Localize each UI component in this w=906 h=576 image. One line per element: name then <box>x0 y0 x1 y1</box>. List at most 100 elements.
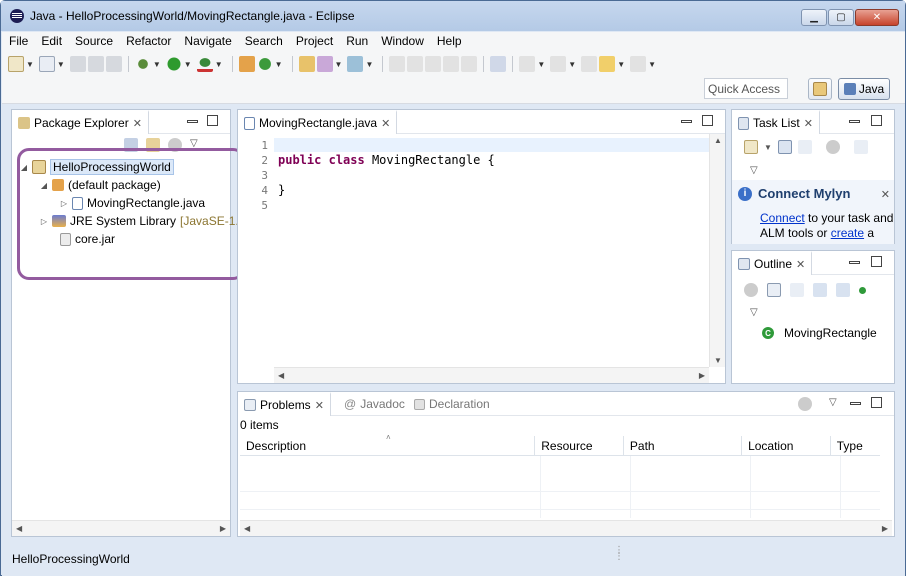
scroll-left-icon[interactable]: ◀ <box>244 524 250 533</box>
tab-task-list[interactable]: Task List ✕ <box>732 110 820 134</box>
chevron-down-icon[interactable]: ▼ <box>57 60 65 69</box>
tab-package-explorer[interactable]: Package Explorer ✕ <box>12 110 149 134</box>
tab-declaration[interactable]: Declaration <box>408 392 496 416</box>
maximize-view-button[interactable] <box>871 397 882 408</box>
new-package-icon[interactable] <box>238 56 255 72</box>
scroll-down-icon[interactable]: ▼ <box>714 356 722 365</box>
show-whitespace-icon[interactable] <box>461 56 478 72</box>
focus-icon[interactable] <box>798 397 812 411</box>
chevron-down-icon[interactable]: ▼ <box>275 60 283 69</box>
tree-item-project[interactable]: ◢ HelloProcessingWorld <box>20 158 174 176</box>
maximize-button[interactable]: ▢ <box>828 9 854 26</box>
scheduled-icon[interactable] <box>797 140 812 154</box>
menu-search[interactable]: Search <box>245 34 283 48</box>
new-java-icon[interactable] <box>38 56 55 72</box>
back-icon[interactable] <box>599 56 616 72</box>
tree-item-jre-library[interactable]: ▷ JRE System Library [JavaSE-1. <box>40 212 239 230</box>
debug-icon[interactable] <box>134 56 151 72</box>
previous-annotation-icon[interactable] <box>550 56 567 72</box>
menu-window[interactable]: Window <box>381 34 424 48</box>
chevron-down-icon[interactable]: ▼ <box>537 60 545 69</box>
collapsed-icon[interactable]: ▷ <box>60 199 68 208</box>
minimize-view-button[interactable] <box>850 402 861 405</box>
quick-access-input[interactable]: Quick Access <box>704 78 788 99</box>
scroll-left-icon[interactable]: ◀ <box>16 524 22 533</box>
collapsed-icon[interactable]: ▷ <box>40 217 48 226</box>
new-class-icon[interactable] <box>256 56 273 72</box>
hide-fields-icon[interactable] <box>813 283 827 297</box>
skip-breakpoints-icon[interactable] <box>490 56 507 72</box>
focus-icon[interactable] <box>168 138 182 152</box>
chevron-down-icon[interactable]: ▼ <box>764 143 772 152</box>
sort-icon[interactable] <box>790 283 804 297</box>
close-icon[interactable]: ✕ <box>881 188 890 201</box>
menu-edit[interactable]: Edit <box>41 34 62 48</box>
column-description[interactable]: Description ˄ <box>240 433 536 455</box>
categorized-icon[interactable] <box>777 140 792 154</box>
link-with-editor-icon[interactable] <box>146 138 160 152</box>
next-annotation-icon[interactable] <box>519 56 536 72</box>
menu-source[interactable]: Source <box>75 34 113 48</box>
chevron-down-icon[interactable]: ▼ <box>568 60 576 69</box>
save-icon[interactable] <box>69 56 86 72</box>
chevron-down-icon[interactable]: ▼ <box>335 60 343 69</box>
column-resource[interactable]: Resource <box>535 436 624 455</box>
editor-vertical-scrollbar[interactable]: ▲ ▼ <box>709 134 725 367</box>
hide-completed-icon[interactable] <box>853 140 868 154</box>
outline-item-class[interactable]: C MovingRectangle <box>762 324 877 342</box>
chevron-down-icon[interactable]: ▼ <box>184 60 192 69</box>
column-path[interactable]: Path <box>624 436 743 455</box>
focus-icon[interactable] <box>744 283 758 297</box>
chevron-down-icon[interactable]: ▼ <box>365 60 373 69</box>
menu-run[interactable]: Run <box>346 34 368 48</box>
connect-link[interactable]: Connect <box>760 211 805 225</box>
chevron-down-icon[interactable]: ▼ <box>617 60 625 69</box>
editor-horizontal-scrollbar[interactable]: ◀ ▶ <box>274 367 709 383</box>
view-menu-icon[interactable]: ▽ <box>829 397 837 408</box>
pen-icon[interactable] <box>407 56 424 72</box>
menu-project[interactable]: Project <box>296 34 333 48</box>
new-icon[interactable] <box>8 56 24 72</box>
focus-icon[interactable] <box>825 140 840 154</box>
tab-outline[interactable]: Outline ✕ <box>732 251 813 275</box>
last-edit-icon[interactable] <box>581 56 598 72</box>
tree-item-default-package[interactable]: ◢ (default package) <box>40 176 161 194</box>
chevron-down-icon[interactable]: ▼ <box>26 60 34 69</box>
scroll-left-icon[interactable]: ◀ <box>278 371 284 380</box>
open-perspective-button[interactable] <box>808 78 832 100</box>
scroll-right-icon[interactable]: ▶ <box>220 524 226 533</box>
code-area[interactable]: public class MovingRectangle { } <box>238 134 709 365</box>
forward-icon[interactable] <box>630 56 647 72</box>
close-icon[interactable]: ✕ <box>133 117 142 130</box>
minimize-view-button[interactable] <box>187 120 198 123</box>
menu-navigate[interactable]: Navigate <box>184 34 231 48</box>
close-icon[interactable]: ✕ <box>315 399 324 412</box>
hide-nonpublic-icon[interactable] <box>859 286 866 294</box>
create-link[interactable]: create <box>831 226 864 240</box>
new-task-icon[interactable] <box>744 140 758 154</box>
menu-refactor[interactable]: Refactor <box>126 34 171 48</box>
tab-problems[interactable]: Problems ✕ <box>238 392 331 416</box>
expanded-icon[interactable]: ◢ <box>20 163 28 172</box>
print-icon[interactable] <box>105 56 122 72</box>
close-icon[interactable]: ✕ <box>796 258 805 271</box>
view-menu-icon[interactable]: ▽ <box>750 307 758 318</box>
menu-help[interactable]: Help <box>437 34 462 48</box>
run-external-icon[interactable] <box>196 56 213 72</box>
maximize-view-button[interactable] <box>871 256 882 267</box>
collapse-all-icon[interactable] <box>767 283 781 297</box>
chevron-down-icon[interactable]: ▼ <box>648 60 656 69</box>
save-all-icon[interactable] <box>87 56 104 72</box>
column-type[interactable]: Type <box>831 436 880 455</box>
expanded-icon[interactable]: ◢ <box>40 181 48 190</box>
tab-moving-rectangle[interactable]: MovingRectangle.java ✕ <box>238 110 398 134</box>
scroll-right-icon[interactable]: ▶ <box>882 524 888 533</box>
tab-javadoc[interactable]: @ Javadoc <box>338 392 411 416</box>
close-button[interactable]: ✕ <box>855 9 899 26</box>
package-explorer-horizontal-scrollbar[interactable]: ◀ ▶ <box>12 520 230 536</box>
tree-item-core-jar[interactable]: core.jar <box>60 230 115 248</box>
run-icon[interactable] <box>165 56 182 72</box>
menu-file[interactable]: File <box>9 34 28 48</box>
chevron-down-icon[interactable]: ▼ <box>153 60 161 69</box>
open-task-icon[interactable] <box>347 56 364 72</box>
